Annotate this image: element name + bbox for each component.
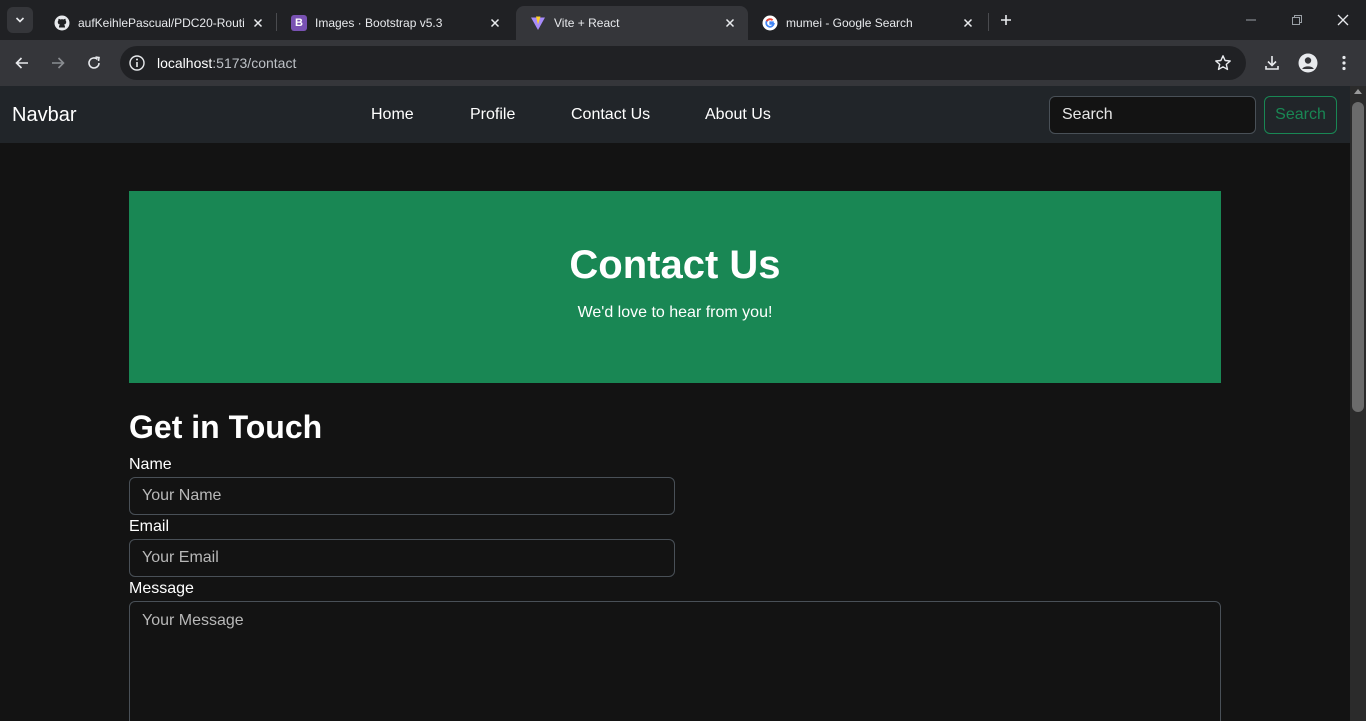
url-text: localhost:5173/contact bbox=[157, 55, 296, 71]
hero-title: Contact Us bbox=[569, 243, 781, 287]
tab-github[interactable]: aufKeihlePascual/PDC20-Routin bbox=[40, 6, 276, 40]
reload-icon bbox=[88, 56, 100, 69]
chevron-down-icon bbox=[15, 17, 25, 23]
tab-title: Vite + React bbox=[554, 16, 620, 30]
minimize-icon bbox=[1246, 19, 1256, 21]
menu-button[interactable] bbox=[1330, 49, 1358, 77]
close-icon[interactable] bbox=[487, 15, 503, 31]
contact-hero-banner: Contact Us We'd love to hear from you! bbox=[129, 191, 1221, 383]
name-label: Name bbox=[129, 456, 172, 473]
navbar-search-input[interactable] bbox=[1049, 96, 1256, 134]
message-label: Message bbox=[129, 580, 194, 597]
reload-button[interactable] bbox=[80, 49, 108, 77]
profile-icon bbox=[1298, 53, 1318, 73]
tab-title: aufKeihlePascual/PDC20-Routin bbox=[78, 16, 244, 30]
tab-title: mumei - Google Search bbox=[786, 16, 913, 30]
close-icon bbox=[1337, 14, 1349, 26]
email-field[interactable] bbox=[129, 539, 675, 577]
restore-button[interactable] bbox=[1274, 0, 1320, 40]
forward-button[interactable] bbox=[44, 49, 72, 77]
url-path: :5173/contact bbox=[212, 55, 297, 71]
scrollbar-thumb[interactable] bbox=[1352, 102, 1364, 412]
nav-link-home[interactable]: Home bbox=[371, 106, 414, 124]
github-icon bbox=[54, 15, 70, 31]
close-icon[interactable] bbox=[722, 15, 738, 31]
scroll-up-arrow-icon[interactable] bbox=[1354, 89, 1362, 94]
more-vertical-icon bbox=[1342, 55, 1346, 71]
bootstrap-icon: B bbox=[291, 15, 307, 31]
new-tab-button[interactable] bbox=[995, 9, 1017, 31]
tab-separator bbox=[988, 13, 989, 31]
downloads-button[interactable] bbox=[1258, 49, 1286, 77]
nav-link-about[interactable]: About Us bbox=[705, 106, 771, 124]
bookmark-star-icon[interactable] bbox=[1214, 54, 1232, 72]
navbar-search-button[interactable]: Search bbox=[1264, 96, 1337, 134]
close-window-button[interactable] bbox=[1320, 0, 1366, 40]
url-host: localhost bbox=[157, 55, 213, 71]
tab-title: Images · Bootstrap v5.3 bbox=[315, 16, 443, 30]
arrow-left-icon bbox=[15, 57, 28, 69]
page-content: Navbar Home Profile Contact Us About Us … bbox=[0, 86, 1350, 721]
page-scrollbar[interactable] bbox=[1350, 86, 1366, 721]
message-textarea[interactable] bbox=[129, 601, 1221, 721]
site-navbar: Navbar Home Profile Contact Us About Us … bbox=[0, 86, 1350, 143]
tab-google[interactable]: mumei - Google Search bbox=[748, 6, 986, 40]
hero-subtitle: We'd love to hear from you! bbox=[577, 304, 773, 321]
google-icon bbox=[762, 15, 778, 31]
restore-icon bbox=[1292, 15, 1302, 25]
vite-icon bbox=[530, 15, 546, 31]
nav-link-profile[interactable]: Profile bbox=[470, 106, 515, 124]
email-label: Email bbox=[129, 518, 170, 535]
profile-button[interactable] bbox=[1294, 49, 1322, 77]
tab-vite-react[interactable]: Vite + React bbox=[516, 6, 748, 40]
form-title: Get in Touch bbox=[129, 409, 323, 445]
browser-tabstrip: aufKeihlePascual/PDC20-Routin B Images ·… bbox=[0, 0, 1366, 40]
plus-icon bbox=[1001, 15, 1011, 25]
browser-toolbar: localhost:5173/contact bbox=[0, 40, 1366, 86]
tab-bootstrap[interactable]: B Images · Bootstrap v5.3 bbox=[277, 6, 513, 40]
close-icon[interactable] bbox=[250, 15, 266, 31]
minimize-button[interactable] bbox=[1228, 0, 1274, 40]
close-icon[interactable] bbox=[960, 15, 976, 31]
name-field[interactable] bbox=[129, 477, 675, 515]
address-bar[interactable]: localhost:5173/contact bbox=[120, 46, 1246, 80]
arrow-right-icon bbox=[52, 57, 65, 69]
back-button[interactable] bbox=[8, 49, 36, 77]
download-icon bbox=[1265, 56, 1279, 70]
tab-search-button[interactable] bbox=[7, 7, 33, 33]
nav-link-contact[interactable]: Contact Us bbox=[571, 106, 650, 124]
navbar-brand[interactable]: Navbar bbox=[12, 104, 76, 127]
site-info-icon[interactable] bbox=[128, 54, 146, 72]
